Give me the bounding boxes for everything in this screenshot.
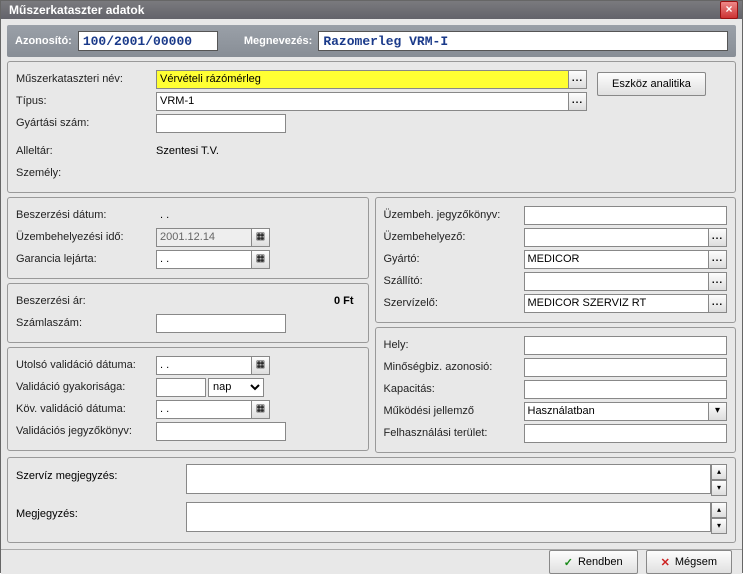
kov-valid-label: Köv. validáció dátuma: (16, 403, 156, 415)
szerviz-picker-button[interactable] (709, 294, 727, 313)
dialog-window: Műszerkataszter adatok × Azonosító: Megn… (0, 0, 743, 573)
name-input[interactable] (318, 31, 728, 51)
uzem-ido-label: Üzembehelyezési idő: (16, 231, 156, 243)
hely-label: Hely: (384, 339, 524, 351)
gyartasi-input[interactable] (156, 114, 286, 133)
gyartasi-label: Gyártási szám: (16, 117, 156, 129)
eszkoz-analitika-button[interactable]: Eszköz analitika (597, 72, 706, 96)
scroll-down-button[interactable]: ▾ (711, 518, 727, 534)
validation-group: Utolsó validáció dátuma: ▦ Validáció gya… (7, 347, 369, 451)
valid-gyak-input[interactable] (156, 378, 206, 397)
megj-textarea[interactable] (186, 502, 711, 532)
besz-datum-label: Beszerzési dátum: (16, 209, 156, 221)
uzembe-label: Üzembehelyező: (384, 231, 524, 243)
close-icon[interactable]: × (720, 1, 738, 19)
megj-label: Megjegyzés: (16, 502, 186, 520)
gyarto-picker-button[interactable] (709, 250, 727, 269)
hely-input[interactable] (524, 336, 728, 355)
valid-jegy-label: Validációs jegyzőkönyv: (16, 425, 156, 437)
utolso-valid-date-button[interactable]: ▦ (252, 356, 270, 375)
besz-ar-label: Beszerzési ár: (16, 295, 156, 307)
szallito-input[interactable] (524, 272, 710, 291)
x-icon: ✕ (661, 556, 670, 569)
kov-valid-input[interactable] (156, 400, 252, 419)
garancia-date-button[interactable]: ▦ (252, 250, 270, 269)
szallito-label: Szállító: (384, 275, 524, 287)
kov-valid-date-button[interactable]: ▦ (252, 400, 270, 419)
calendar-icon: ▦ (256, 359, 265, 370)
titlebar: Műszerkataszter adatok × (1, 1, 742, 19)
acquisition-group-2: Beszerzési ár: 0 Ft Számlaszám: (7, 283, 369, 343)
mukodesi-label: Működési jellemző (384, 405, 524, 417)
footer: ✓ Rendben ✕ Mégsem (1, 549, 742, 574)
tipus-input[interactable] (156, 92, 569, 111)
kapacitas-label: Kapacitás: (384, 383, 524, 395)
szallito-picker-button[interactable] (709, 272, 727, 291)
cancel-button[interactable]: ✕ Mégsem (646, 550, 732, 574)
supplier-group: Üzembeh. jegyzőkönyv: Üzembehelyező: Gyá… (375, 197, 737, 323)
name-label: Megnevezés: (244, 35, 312, 47)
valid-gyak-label: Validáció gyakorisága: (16, 381, 156, 393)
scroll-down-button[interactable]: ▾ (711, 480, 727, 496)
mukodesi-dropdown-button[interactable] (709, 402, 727, 421)
kapacitas-input[interactable] (524, 380, 728, 399)
gyarto-input[interactable] (524, 250, 710, 269)
minoseg-label: Minőségbiz. azonosió: (384, 361, 524, 373)
ok-button[interactable]: ✓ Rendben (549, 550, 638, 574)
calendar-icon: ▦ (256, 231, 265, 242)
minoseg-input[interactable] (524, 358, 728, 377)
kat-nev-picker-button[interactable] (569, 70, 587, 89)
felh-input[interactable] (524, 424, 728, 443)
alleltar-value: Szentesi T.V. (156, 145, 587, 157)
kat-nev-input[interactable] (156, 70, 569, 89)
location-group: Hely: Minőségbiz. azonosió: Kapacitás: M… (375, 327, 737, 453)
main-fieldset: Műszerkataszteri név: Típus: (7, 61, 736, 193)
besz-datum-value: . . (156, 209, 360, 221)
felh-label: Felhasználási terület: (384, 427, 524, 439)
szerviz-megj-label: Szervíz megjegyzés: (16, 464, 186, 482)
besz-ar-value: 0 Ft (156, 295, 360, 307)
scroll-up-button[interactable]: ▴ (711, 502, 727, 518)
id-input[interactable] (78, 31, 218, 51)
calendar-icon: ▦ (256, 253, 265, 264)
szerviz-megj-textarea[interactable] (186, 464, 711, 494)
tipus-label: Típus: (16, 95, 156, 107)
content-area: Azonosító: Megnevezés: Műszerkataszteri … (1, 19, 742, 549)
uzem-jegy-label: Üzembeh. jegyzőkönyv: (384, 209, 524, 221)
tipus-picker-button[interactable] (569, 92, 587, 111)
utolso-valid-label: Utolsó validáció dátuma: (16, 359, 156, 371)
acquisition-group-1: Beszerzési dátum: . . Üzembehelyezési id… (7, 197, 369, 279)
uzem-jegy-input[interactable] (524, 206, 728, 225)
szerviz-label: Szervízelő: (384, 297, 524, 309)
valid-jegy-input[interactable] (156, 422, 286, 441)
id-label: Azonosító: (15, 35, 72, 47)
window-title: Műszerkataszter adatok (9, 3, 720, 17)
gyarto-label: Gyártó: (384, 253, 524, 265)
header-band: Azonosító: Megnevezés: (7, 25, 736, 57)
garancia-label: Garancia lejárta: (16, 253, 156, 265)
scroll-up-button[interactable]: ▴ (711, 464, 727, 480)
uzem-ido-input (156, 228, 252, 247)
szamlaszam-label: Számlaszám: (16, 317, 156, 329)
alleltar-label: Alleltár: (16, 145, 156, 157)
szemely-label: Személy: (16, 167, 156, 179)
utolso-valid-input[interactable] (156, 356, 252, 375)
kat-nev-label: Műszerkataszteri név: (16, 73, 156, 85)
szerviz-input[interactable] (524, 294, 710, 313)
szamlaszam-input[interactable] (156, 314, 286, 333)
uzembe-picker-button[interactable] (709, 228, 727, 247)
valid-gyak-unit-select[interactable]: nap (208, 378, 264, 397)
check-icon: ✓ (564, 556, 573, 569)
memo-group: Szervíz megjegyzés: ▴ ▾ Megjegyzés: ▴ ▾ (7, 457, 736, 543)
uzembe-input[interactable] (524, 228, 710, 247)
garancia-input[interactable] (156, 250, 252, 269)
calendar-icon: ▦ (256, 403, 265, 414)
uzem-ido-date-button[interactable]: ▦ (252, 228, 270, 247)
mukodesi-input[interactable] (524, 402, 710, 421)
